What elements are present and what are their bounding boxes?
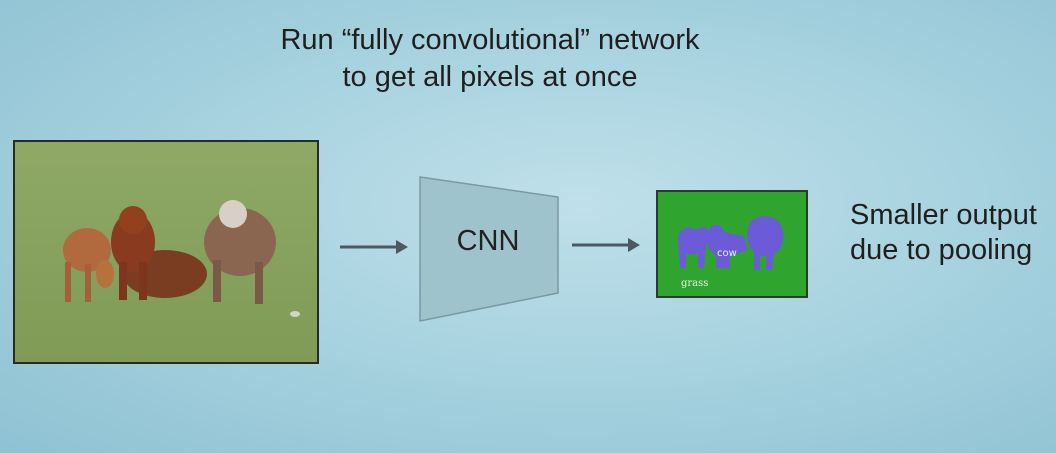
note-line-2: due to pooling	[850, 234, 1033, 266]
arrow-to-cnn	[340, 240, 408, 254]
cow-class-label: cow	[717, 248, 737, 259]
pooling-note: Smaller output due to pooling	[850, 198, 1050, 268]
slide-title: Run “fully convolutional” network to get…	[230, 22, 750, 96]
note-line-1: Smaller output	[850, 199, 1037, 231]
cnn-label: CNN	[456, 225, 520, 257]
grass-class-label: grass	[681, 278, 709, 289]
title-line-1: Run “fully convolutional” network	[280, 24, 700, 56]
segmentation-map	[656, 190, 808, 298]
title-line-2: to get all pixels at once	[342, 61, 638, 93]
arrow-to-output	[572, 238, 640, 252]
input-photo	[13, 140, 319, 364]
